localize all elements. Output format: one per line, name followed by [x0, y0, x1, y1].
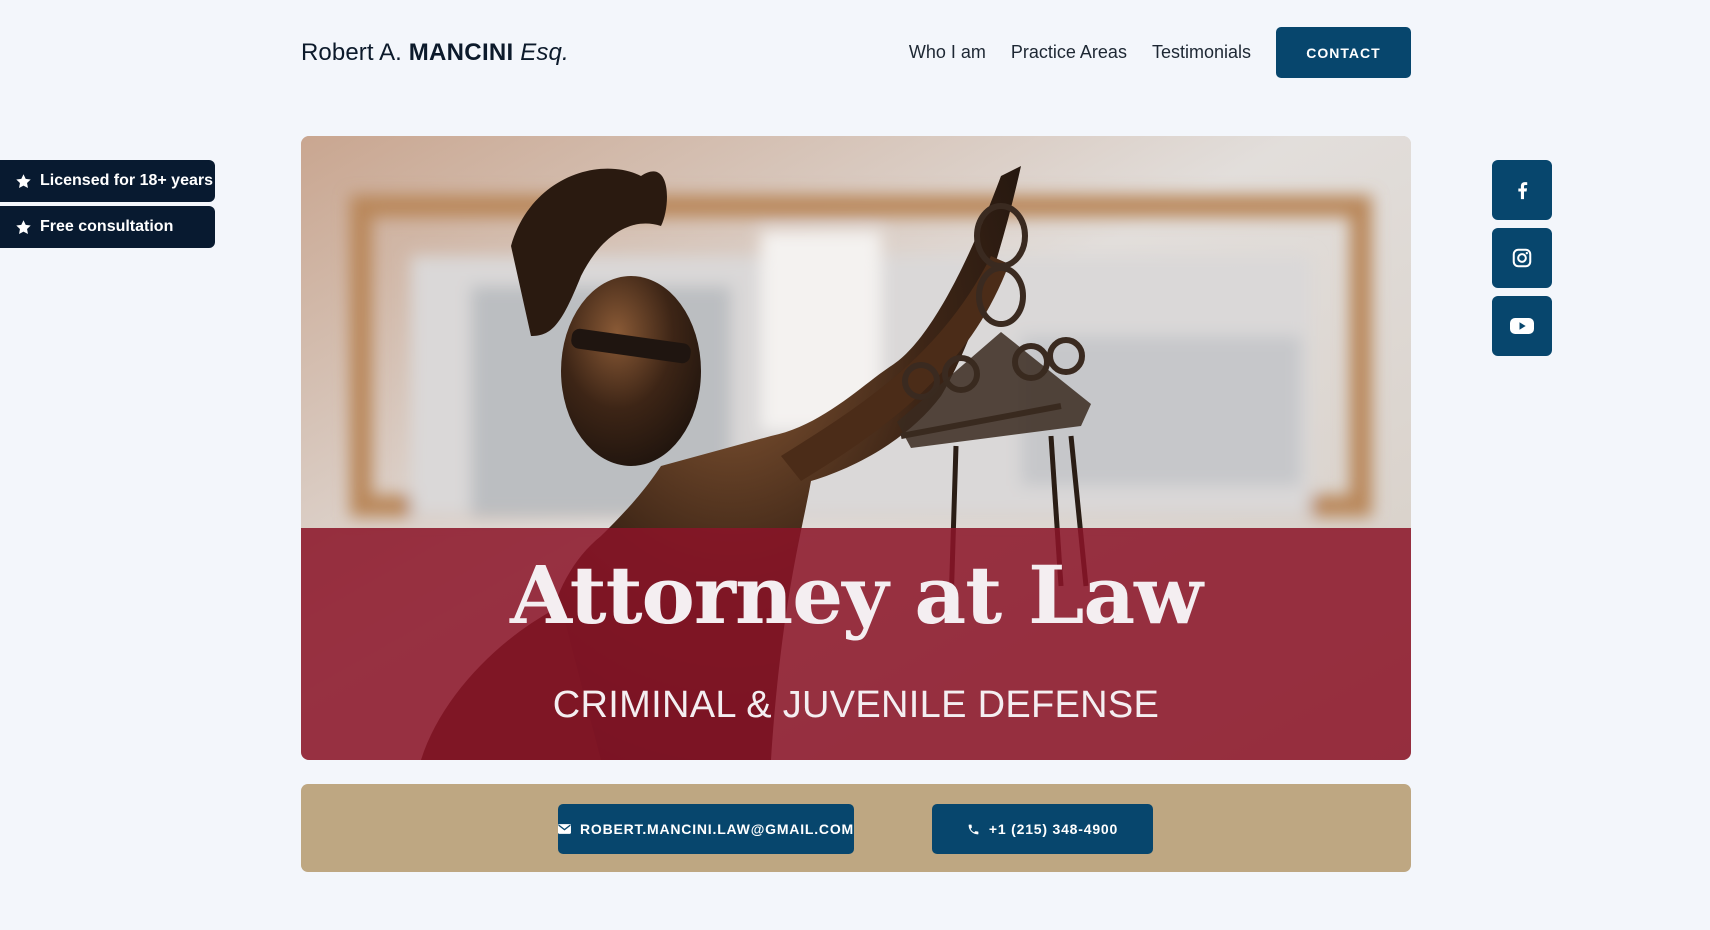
youtube-icon — [1510, 318, 1534, 334]
youtube-button[interactable] — [1492, 296, 1552, 356]
instagram-button[interactable] — [1492, 228, 1552, 288]
instagram-icon — [1512, 248, 1532, 268]
envelope-icon — [558, 824, 571, 834]
email-address: ROBERT.MANCINI.LAW@GMAIL.COM — [579, 821, 854, 837]
main-nav: Who I am Practice Areas Testimonials — [909, 42, 1251, 63]
badge-label: Licensed for 18+ years — [40, 172, 213, 189]
nav-item-practice-areas[interactable]: Practice Areas — [1011, 42, 1127, 63]
brand-first-name: Robert A. — [301, 39, 402, 66]
badge-free-consultation: Free consultation — [0, 206, 215, 248]
facebook-button[interactable] — [1492, 160, 1552, 220]
hero-subtitle: CRIMINAL & JUVENILE DEFENSE — [552, 684, 1160, 726]
phone-number: +1 (215) 348-4900 — [988, 821, 1119, 837]
contact-button[interactable]: CONTACT — [1276, 27, 1411, 78]
hero-banner: Attorney at Law CRIMINAL & JUVENILE DEFE… — [301, 136, 1411, 760]
phone-button[interactable]: +1 (215) 348-4900 — [932, 804, 1153, 854]
facebook-icon — [1518, 182, 1528, 200]
star-icon — [16, 219, 31, 234]
badge-licensed: Licensed for 18+ years — [0, 160, 215, 202]
brand-last-name: MANCINI — [408, 39, 514, 66]
nav-item-testimonials[interactable]: Testimonials — [1152, 42, 1251, 63]
brand-suffix: Esq. — [520, 39, 569, 66]
hero-title: Attorney at Law — [509, 548, 1203, 642]
site-logo[interactable]: Robert A. MANCINI Esq. — [301, 39, 569, 67]
site-header: Robert A. MANCINI Esq. Who I am Practice… — [301, 27, 1411, 78]
badge-list: Licensed for 18+ years Free consultation — [0, 160, 215, 252]
contact-strip: ROBERT.MANCINI.LAW@GMAIL.COM +1 (215) 34… — [301, 784, 1411, 872]
star-icon — [16, 173, 31, 188]
social-links — [1492, 160, 1552, 364]
phone-icon — [968, 824, 979, 834]
nav-item-who-i-am[interactable]: Who I am — [909, 42, 986, 63]
email-button[interactable]: ROBERT.MANCINI.LAW@GMAIL.COM — [558, 804, 854, 854]
badge-label: Free consultation — [40, 218, 174, 235]
